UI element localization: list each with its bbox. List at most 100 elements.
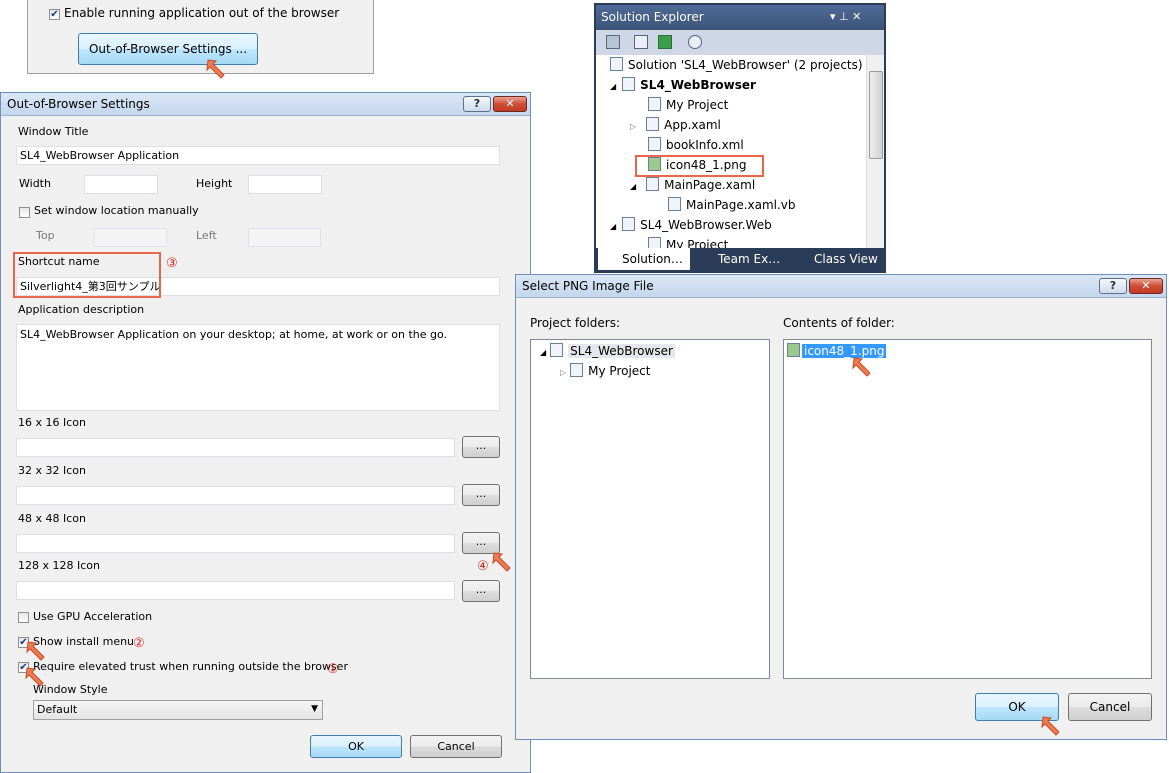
- oob-cancel-button[interactable]: Cancel: [410, 735, 502, 758]
- icon32-label: 32 x 32 Icon: [18, 464, 86, 477]
- contents-of-folder-label: Contents of folder:: [783, 316, 895, 330]
- scrollbar-thumb[interactable]: [869, 71, 883, 159]
- annotation-1: ①: [327, 662, 339, 677]
- select-png-dialog: Select PNG Image File ? ✕ Project folder…: [515, 274, 1167, 740]
- oob-cancel-label: Cancel: [437, 740, 475, 753]
- annotation-2: ②: [133, 636, 145, 651]
- icon16-field[interactable]: [16, 438, 455, 457]
- tree-item-solution[interactable]: Solution 'SL4_WebBrowser' (2 projects): [610, 57, 863, 72]
- help-icon: ?: [473, 97, 481, 110]
- expand-arrow-icon[interactable]: ▷: [630, 122, 636, 131]
- oob-settings-dialog: Out-of-Browser Settings ? ✕ Window Title…: [0, 92, 531, 773]
- tree-item-bookinfo[interactable]: bookInfo.xml: [648, 137, 744, 152]
- height-field[interactable]: [248, 175, 322, 194]
- oob-ok-button[interactable]: OK: [310, 735, 402, 758]
- window-title-field[interactable]: SL4_WebBrowser Application: [16, 146, 500, 165]
- expand-arrow-icon[interactable]: ▷: [560, 368, 566, 377]
- shortcut-highlight-box: [13, 252, 161, 298]
- icon32-field[interactable]: [16, 486, 455, 505]
- icon128-field[interactable]: [16, 581, 455, 600]
- enable-oob-checkbox[interactable]: ✔: [49, 9, 60, 20]
- tree-item-web-my-project[interactable]: My Project: [648, 237, 728, 248]
- folder-item-my-project[interactable]: ▷ My Project: [560, 363, 650, 378]
- vb-file-icon: [668, 197, 681, 211]
- annotation-4: ④: [477, 559, 489, 574]
- png-cancel-button[interactable]: Cancel: [1068, 693, 1152, 721]
- pointer-arrow-icon: [1041, 716, 1060, 736]
- gpu-checkbox[interactable]: [18, 612, 29, 623]
- tab-solution[interactable]: Solution…: [598, 248, 690, 270]
- close-button[interactable]: ✕: [493, 96, 527, 112]
- folder-contents-list[interactable]: icon48_1.png: [783, 339, 1152, 679]
- collapse-arrow-icon[interactable]: ◢: [630, 182, 636, 191]
- collapse-arrow-icon[interactable]: ◢: [610, 82, 616, 91]
- left-label: Left: [196, 229, 217, 242]
- tree-item-app-xaml[interactable]: ▷ App.xaml: [630, 117, 721, 132]
- collapse-arrow-icon[interactable]: ◢: [610, 222, 616, 231]
- properties-icon[interactable]: [606, 35, 620, 49]
- app-description-field[interactable]: SL4_WebBrowser Application on your deskt…: [16, 324, 500, 411]
- tree-scrollbar[interactable]: [866, 55, 884, 248]
- class-diagram-icon[interactable]: [688, 35, 702, 49]
- oob-dialog-titlebar: Out-of-Browser Settings ? ✕: [1, 93, 530, 116]
- help-icon: ?: [1109, 279, 1117, 292]
- my-project-icon: [648, 97, 661, 111]
- close-icon: ✕: [505, 97, 515, 110]
- web-project-icon: [622, 217, 636, 231]
- project-folders-label: Project folders:: [530, 316, 620, 330]
- solution-icon: [610, 57, 623, 71]
- refresh-icon[interactable]: [658, 35, 672, 49]
- close-button[interactable]: ✕: [1129, 278, 1163, 294]
- png-dialog-titlebar: Select PNG Image File ? ✕: [516, 275, 1166, 298]
- pointer-arrow-icon: [492, 552, 511, 572]
- help-button[interactable]: ?: [463, 96, 491, 112]
- folder-item-sl4-webbrowser[interactable]: ◢ SL4_WebBrowser: [540, 343, 675, 358]
- elevated-trust-label: Require elevated trust when running outs…: [33, 660, 348, 673]
- dropdown-arrow-icon: ▼: [311, 704, 318, 714]
- vb-project-icon: [622, 77, 636, 91]
- height-label: Height: [196, 177, 233, 190]
- tab-class-view[interactable]: Class View: [792, 248, 884, 270]
- icon48-label: 48 x 48 Icon: [18, 512, 86, 525]
- xaml-file-icon: [646, 177, 660, 191]
- window-style-value: Default: [37, 703, 78, 716]
- install-menu-label: Show install menu: [33, 635, 135, 648]
- icon16-label: 16 x 16 Icon: [18, 416, 86, 429]
- collapse-arrow-icon[interactable]: ◢: [540, 348, 546, 357]
- solution-explorer-header: Solution Explorer ▾ ⊥ ✕: [596, 5, 884, 30]
- my-project-icon: [648, 237, 661, 248]
- help-button[interactable]: ?: [1099, 278, 1127, 294]
- app-description-text: SL4_WebBrowser Application on your deskt…: [20, 328, 448, 341]
- tree-item-mainpage[interactable]: ◢ MainPage.xaml: [630, 177, 755, 192]
- pin-close-icons[interactable]: ▾ ⊥ ✕: [830, 10, 861, 23]
- set-location-checkbox[interactable]: [19, 207, 30, 218]
- solution-explorer: Solution Explorer ▾ ⊥ ✕ Solution 'SL4_We…: [594, 3, 886, 273]
- oob-enable-panel: ✔ Enable running application out of the …: [27, 0, 374, 79]
- solution-explorer-tabs: Solution… Team Ex… Class View: [596, 248, 884, 271]
- show-all-files-icon[interactable]: [634, 35, 648, 49]
- tree-item-project[interactable]: ◢ SL4_WebBrowser: [610, 77, 756, 92]
- oob-settings-button[interactable]: Out-of-Browser Settings ...: [78, 33, 258, 65]
- tab-team-explorer[interactable]: Team Ex…: [696, 248, 786, 270]
- icon128-browse-button[interactable]: ...: [462, 580, 500, 602]
- oob-ok-label: OK: [348, 740, 364, 753]
- icon32-browse-button[interactable]: ...: [462, 484, 500, 506]
- icon128-label: 128 x 128 Icon: [18, 559, 100, 572]
- oob-dialog-title: Out-of-Browser Settings: [7, 97, 150, 111]
- oob-settings-button-label: Out-of-Browser Settings ...: [88, 42, 248, 56]
- width-field[interactable]: [84, 175, 158, 194]
- icon16-browse-button[interactable]: ...: [462, 436, 500, 458]
- window-title-label: Window Title: [18, 125, 89, 138]
- tree-item-mainpage-vb[interactable]: MainPage.xaml.vb: [668, 197, 796, 212]
- png-file-icon: [787, 343, 800, 357]
- vb-project-icon: [550, 343, 564, 357]
- tree-item-web-project[interactable]: ◢ SL4_WebBrowser.Web: [610, 217, 772, 232]
- tree-item-my-project[interactable]: My Project: [648, 97, 728, 112]
- icon48-field[interactable]: [16, 534, 455, 553]
- pointer-arrow-icon: [852, 357, 871, 377]
- my-project-icon: [570, 363, 584, 377]
- width-label: Width: [19, 177, 51, 190]
- window-style-select[interactable]: Default ▼: [33, 700, 323, 720]
- project-folders-tree[interactable]: ◢ SL4_WebBrowser ▷ My Project: [530, 339, 770, 679]
- png-ok-label: OK: [1008, 700, 1026, 714]
